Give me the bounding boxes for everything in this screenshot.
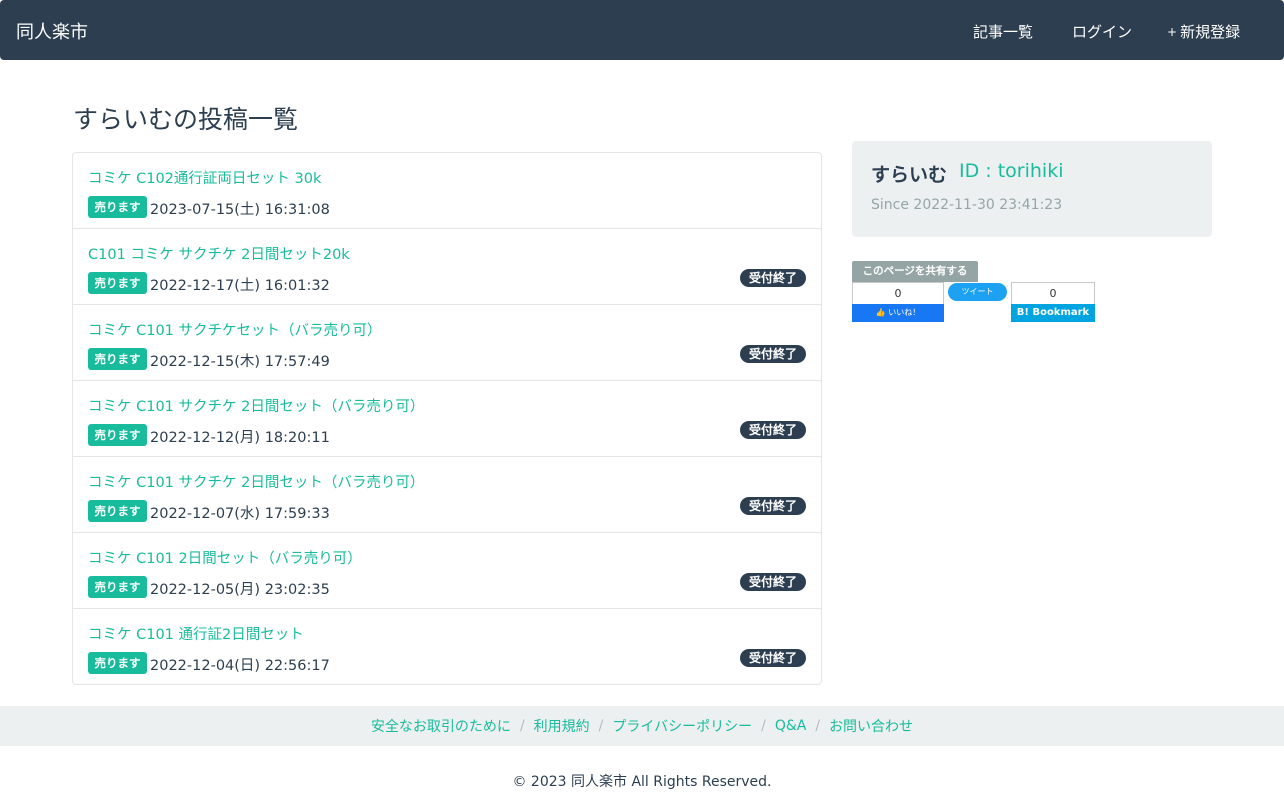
share-label: このページを共有する bbox=[852, 261, 978, 282]
plus-icon: + bbox=[1167, 24, 1178, 39]
footer-separator: / bbox=[519, 718, 525, 734]
post-title-link[interactable]: コミケ C101 2日間セット（バラ売り可） bbox=[88, 547, 362, 568]
brand-logo[interactable]: 同人楽市 bbox=[16, 18, 88, 44]
copyright: © 2023 同人楽市 All Rights Reserved. bbox=[512, 774, 772, 790]
navbar: 同人楽市 記事一覧 ログイン + 新規登録 bbox=[0, 0, 1284, 60]
footer-link[interactable]: 安全なお取引のために bbox=[371, 716, 511, 736]
nav-register-link[interactable]: + 新規登録 bbox=[1167, 21, 1240, 42]
sell-badge: 売ります bbox=[88, 652, 147, 674]
profile-name: すらいむ bbox=[871, 160, 947, 187]
post-title-link[interactable]: コミケ C101 サクチケ 2日間セット（バラ売り可） bbox=[88, 471, 424, 492]
nav-login-label: ログイン bbox=[1072, 23, 1133, 41]
post-row: C101 コミケ サクチケ 2日間セット20k 売ります 2022-12-17(土)… bbox=[73, 229, 821, 305]
footer-links: 安全なお取引のために / 利用規約 / プライバシーポリシー / Q&A / お問い合わせ bbox=[0, 706, 1284, 746]
sell-badge: 売ります bbox=[88, 500, 147, 522]
nav-articles-label: 記事一覧 bbox=[973, 23, 1034, 41]
post-title-link[interactable]: コミケ C101 サクチケ 2日間セット（バラ売り可） bbox=[88, 395, 424, 416]
facebook-like-button[interactable]: 👍 いいね！ bbox=[852, 304, 944, 322]
footer-link[interactable]: Q&A bbox=[775, 718, 807, 734]
post-list: コミケ C102通行証両日セット 30k 売ります 2023-07-15(土) 16… bbox=[72, 152, 822, 685]
footer-link[interactable]: お問い合わせ bbox=[829, 716, 913, 736]
status-badge: 受付終了 bbox=[740, 269, 806, 287]
status-badge: 受付終了 bbox=[740, 649, 806, 667]
post-date: 2022-12-17(土) 16:01:32 bbox=[150, 278, 330, 294]
post-title-link[interactable]: コミケ C102通行証両日セット 30k bbox=[88, 167, 321, 188]
facebook-like-count: 0 bbox=[894, 287, 902, 300]
status-badge: 受付終了 bbox=[740, 345, 806, 363]
post-date: 2022-12-15(木) 17:57:49 bbox=[150, 354, 330, 370]
post-date: 2022-12-05(月) 23:02:35 bbox=[150, 582, 330, 598]
post-title-link[interactable]: C101 コミケ サクチケ 2日間セット20k bbox=[88, 243, 350, 264]
sell-badge: 売ります bbox=[88, 348, 147, 370]
nav-login-link[interactable]: ログイン bbox=[1069, 21, 1132, 42]
sell-badge: 売ります bbox=[88, 272, 147, 294]
post-date: 2022-12-12(月) 18:20:11 bbox=[150, 430, 330, 446]
post-row: コミケ C102通行証両日セット 30k 売ります 2023-07-15(土) 16… bbox=[73, 153, 821, 229]
post-row: コミケ C101 サクチケセット（バラ売り可） 売ります 2022-12-15(木)… bbox=[73, 305, 821, 381]
post-row: コミケ C101 サクチケ 2日間セット（バラ売り可） 売ります 2022-12-0… bbox=[73, 457, 821, 533]
page-title: すらいむの投稿一覧 bbox=[73, 105, 299, 134]
sell-badge: 売ります bbox=[88, 576, 147, 598]
post-row: コミケ C101 サクチケ 2日間セット（バラ売り可） 売ります 2022-12-1… bbox=[73, 381, 821, 457]
footer-separator: / bbox=[815, 718, 821, 734]
hatena-bookmark-button[interactable]: B! Bookmark bbox=[1011, 304, 1095, 322]
post-date: 2022-12-04(日) 22:56:17 bbox=[150, 658, 330, 674]
post-row: コミケ C101 通行証2日間セット 売ります 2022-12-04(日) 22:5… bbox=[73, 609, 821, 685]
nav-articles-link[interactable]: 記事一覧 bbox=[970, 21, 1033, 42]
profile-id: ID : torihiki bbox=[959, 160, 1064, 182]
hatena-bookmark-count: 0 bbox=[1049, 287, 1057, 300]
facebook-like-widget[interactable]: 0 👍 いいね！ bbox=[852, 282, 944, 322]
hatena-bookmark-widget[interactable]: 0 B! Bookmark bbox=[1011, 282, 1095, 322]
nav-register-label: 新規登録 bbox=[1180, 23, 1241, 41]
post-date: 2022-12-07(水) 17:59:33 bbox=[150, 506, 330, 522]
post-row: コミケ C101 2日間セット（バラ売り可） 売ります 2022-12-05(月) … bbox=[73, 533, 821, 609]
footer-link[interactable]: 利用規約 bbox=[534, 716, 590, 736]
sell-badge: 売ります bbox=[88, 424, 147, 446]
profile-card: すらいむ ID : torihiki Since 2022-11-30 23:4… bbox=[852, 141, 1212, 237]
profile-since: Since 2022-11-30 23:41:23 bbox=[871, 197, 1062, 213]
footer-separator: / bbox=[598, 718, 604, 734]
footer-separator: / bbox=[761, 718, 766, 734]
status-badge: 受付終了 bbox=[740, 421, 806, 439]
post-title-link[interactable]: コミケ C101 通行証2日間セット bbox=[88, 623, 304, 644]
sell-badge: 売ります bbox=[88, 196, 147, 218]
status-badge: 受付終了 bbox=[740, 573, 806, 591]
profile-name-text: すらいむ bbox=[871, 164, 948, 186]
twitter-share-button[interactable]: ツイート bbox=[948, 283, 1007, 301]
post-date: 2023-07-15(土) 16:31:08 bbox=[150, 202, 330, 218]
footer-link[interactable]: プライバシーポリシー bbox=[612, 716, 752, 736]
status-badge: 受付終了 bbox=[740, 497, 806, 515]
post-title-link[interactable]: コミケ C101 サクチケセット（バラ売り可） bbox=[88, 319, 382, 340]
profile-since-text: Since 2022-11-30 23:41:23 bbox=[871, 197, 1063, 213]
